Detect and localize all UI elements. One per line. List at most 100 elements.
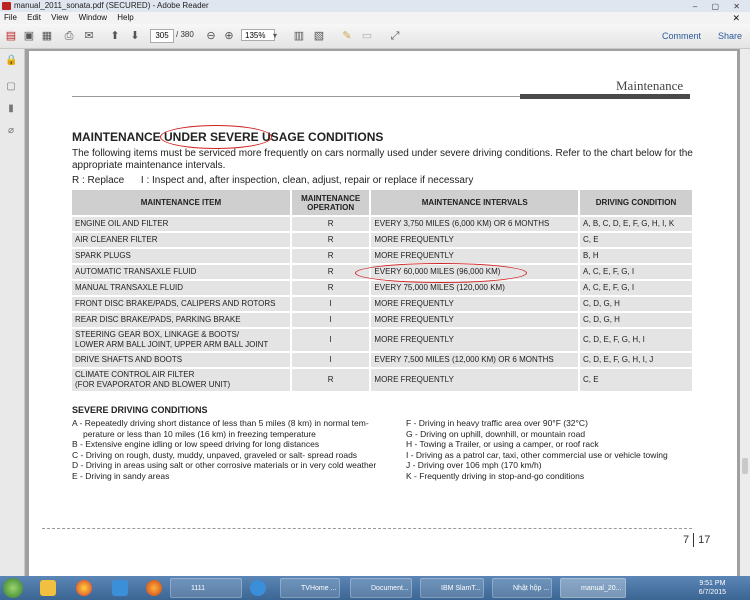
- next-page-icon[interactable]: ⬇: [128, 29, 142, 43]
- taskbar-adobe-button[interactable]: manual_20...: [560, 578, 626, 598]
- full-screen-icon[interactable]: ▧: [312, 29, 326, 43]
- cell-item: CLIMATE CONTROL AIR FILTER (FOR EVAPORAT…: [72, 368, 292, 393]
- menu-file[interactable]: File: [4, 13, 17, 22]
- vertical-scrollbar[interactable]: [740, 49, 750, 576]
- page-footer-rule: [42, 528, 692, 529]
- legend-text: R : Replace I : Inspect and, after inspe…: [72, 175, 474, 186]
- folder-icon[interactable]: [40, 580, 56, 596]
- clock-time: 9:51 PM: [699, 580, 726, 587]
- print-icon[interactable]: ⎙: [62, 29, 76, 43]
- share-button[interactable]: Share: [718, 31, 742, 41]
- table-row: FRONT DISC BRAKE/PADS, CALIPERS AND ROTO…: [72, 296, 694, 313]
- start-button-icon[interactable]: [3, 578, 23, 598]
- table-row: STEERING GEAR BOX, LINKAGE & BOOTS/ LOWE…: [72, 328, 694, 353]
- cell-interval: MORE FREQUENTLY: [370, 232, 581, 249]
- page-in-chapter: 17: [698, 533, 711, 546]
- cell-condition: A, C, E, F, G, I: [579, 280, 694, 297]
- cell-item: STEERING GEAR BOX, LINKAGE & BOOTS/ LOWE…: [72, 328, 292, 353]
- cell-interval: MORE FREQUENTLY: [370, 368, 581, 393]
- taskbar-ibm-button[interactable]: IBM SlamT...: [420, 578, 484, 598]
- close-document-icon[interactable]: ✕: [732, 12, 740, 24]
- fit-page-icon[interactable]: ▥: [292, 29, 306, 43]
- taskbar-folder-button[interactable]: 1111: [170, 578, 242, 598]
- red-annotation-circle: [355, 263, 527, 283]
- menu-bar: File Edit View Window Help ✕: [0, 12, 750, 24]
- conditions-left-column: A - Repeatedly driving short distance of…: [72, 418, 402, 481]
- condition-a-cont: perature or less than 10 miles (16 km) i…: [83, 428, 316, 439]
- ie-icon[interactable]: [250, 580, 266, 596]
- zoom-in-icon[interactable]: ⊕: [222, 29, 236, 43]
- save-icon[interactable]: ▦: [40, 29, 54, 43]
- window-title: manual_2011_sonata.pdf (SECURED) - Adobe…: [14, 1, 209, 10]
- taskbar: 1111 TVHome ... Document... IBM SlamT...…: [0, 576, 750, 600]
- red-annotation-circle: [160, 125, 272, 149]
- condition-j: J - Driving over 106 mph (170 km/h): [406, 460, 542, 470]
- lock-icon[interactable]: 🔒: [5, 55, 17, 67]
- firefox-icon[interactable]: [146, 580, 162, 596]
- system-clock[interactable]: 9:51 PM 6/7/2015: [699, 579, 726, 597]
- menu-view[interactable]: View: [51, 13, 68, 22]
- condition-g: G - Driving on uphill, downhill, or moun…: [406, 428, 586, 439]
- cell-item: DRIVE SHAFTS AND BOOTS: [72, 352, 292, 369]
- conditions-right-column: F - Driving in heavy traffic area over 9…: [406, 418, 706, 481]
- prev-page-icon[interactable]: ⬆: [108, 29, 122, 43]
- cell-item: ENGINE OIL AND FILTER: [72, 216, 292, 233]
- taskbar-tvhome-button[interactable]: TVHome ...: [280, 578, 340, 598]
- cell-operation: R: [290, 280, 372, 297]
- pages-icon[interactable]: ▢: [5, 81, 17, 93]
- create-pdf-icon[interactable]: ▤: [4, 29, 18, 43]
- cell-item: AUTOMATIC TRANSAXLE FLUID: [72, 264, 292, 281]
- highlight-icon[interactable]: ▭: [360, 29, 374, 43]
- clock-date: 6/7/2015: [698, 589, 726, 596]
- condition-e: E - Driving in sandy areas: [72, 470, 170, 481]
- condition-b: B - Extensive engine idling or low speed…: [72, 439, 320, 449]
- cell-item: SPARK PLUGS: [72, 248, 292, 265]
- table-row: REAR DISC BRAKE/PADS, PARKING BRAKE I MORE…: [72, 312, 694, 329]
- page-number-input[interactable]: 305: [150, 29, 174, 43]
- taskbar-mail-button[interactable]: Nhật hộp ...: [492, 578, 552, 598]
- cell-condition: C, E: [579, 232, 694, 249]
- table-row: SPARK PLUGS R MORE FREQUENTLY B, H: [72, 248, 694, 265]
- zoom-out-icon[interactable]: ⊖: [204, 29, 218, 43]
- media-player-icon[interactable]: [112, 580, 128, 596]
- cell-interval: EVERY 75,000 MILES (120,000 KM): [370, 280, 581, 297]
- bookmarks-icon[interactable]: ▮: [5, 103, 17, 115]
- open-icon[interactable]: ▣: [22, 29, 36, 43]
- cell-operation: I: [290, 328, 372, 353]
- cell-interval: MORE FREQUENTLY: [370, 248, 581, 265]
- menu-edit[interactable]: Edit: [27, 13, 41, 22]
- navigation-pane: 🔒 ▢ ▮ ⌀: [0, 49, 25, 576]
- comment-button[interactable]: Comment: [662, 31, 701, 41]
- cell-interval: EVERY 7,500 MILES (12,000 KM) OR 6 MONTH…: [370, 352, 581, 369]
- toolbar: ▤ ▣ ▦ ⎙ ✉ ⬆ ⬇ 305 / 380 ⊖ ⊕ 135% ▾ ▥ ▧ ✎…: [0, 24, 750, 49]
- severe-conditions-heading: SEVERE DRIVING CONDITIONS: [72, 405, 208, 415]
- table-row: ENGINE OIL AND FILTER R EVERY 3,750 MILES …: [72, 216, 694, 233]
- header-maintenance-operation: MAINTENANCE OPERATION: [290, 190, 372, 217]
- header-maintenance-intervals: MAINTENANCE INTERVALS: [370, 190, 581, 217]
- cell-operation: R: [290, 232, 372, 249]
- table-row: AIR CLEANER FILTER R MORE FREQUENTLY C, E: [72, 232, 694, 249]
- zoom-dropdown-icon[interactable]: ▾: [268, 29, 282, 43]
- email-icon[interactable]: ✉: [82, 29, 96, 43]
- cell-interval: EVERY 3,750 MILES (6,000 KM) OR 6 MONTHS: [370, 216, 581, 233]
- cell-item: MANUAL TRANSAXLE FLUID: [72, 280, 292, 297]
- title-bar: manual_2011_sonata.pdf (SECURED) - Adobe…: [0, 0, 750, 12]
- condition-f: F - Driving in heavy traffic area over 9…: [406, 418, 588, 428]
- chrome-icon[interactable]: [76, 580, 92, 596]
- cell-item: AIR CLEANER FILTER: [72, 232, 292, 249]
- cell-condition: A, B, C, D, E, F, G, H, I, K: [579, 216, 694, 233]
- table-row: CLIMATE CONTROL AIR FILTER (FOR EVAPORAT…: [72, 368, 694, 393]
- menu-help[interactable]: Help: [117, 13, 133, 22]
- expand-icon[interactable]: ⤢: [388, 29, 402, 43]
- menu-window[interactable]: Window: [79, 13, 107, 22]
- taskbar-document-button[interactable]: Document...: [350, 578, 412, 598]
- cell-item: REAR DISC BRAKE/PADS, PARKING BRAKE: [72, 312, 292, 329]
- chapter-number: 7: [683, 533, 690, 546]
- table-row: DRIVE SHAFTS AND BOOTS I EVERY 7,500 MILES…: [72, 352, 694, 369]
- scrollbar-thumb[interactable]: [742, 458, 748, 474]
- cell-operation: R: [290, 368, 372, 393]
- table-row: MANUAL TRANSAXLE FLUID R EVERY 75,000 MILE…: [72, 280, 694, 297]
- attachments-icon[interactable]: ⌀: [5, 125, 17, 137]
- sticky-note-icon[interactable]: ✎: [340, 29, 354, 43]
- cell-condition: C, D, G, H: [579, 296, 694, 313]
